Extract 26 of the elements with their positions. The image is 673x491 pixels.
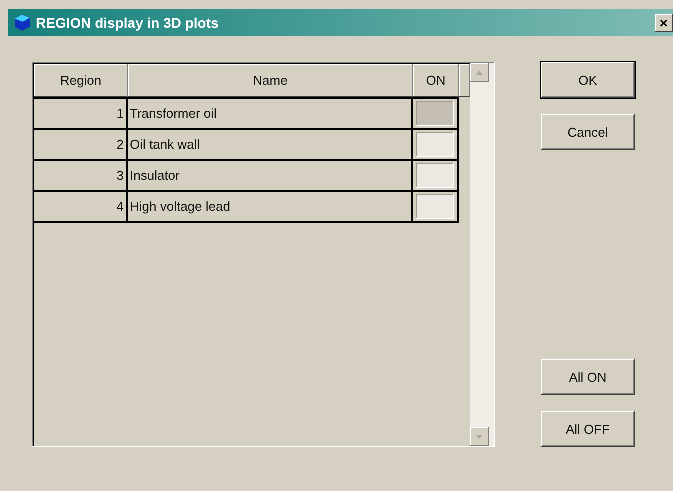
on-checkbox[interactable] — [416, 163, 454, 188]
scroll-up-icon[interactable] — [470, 63, 489, 82]
scrollbar[interactable] — [470, 63, 494, 446]
column-header: Name — [128, 64, 413, 97]
window-title: REGION display in 3D plots — [36, 14, 220, 30]
on-checkbox[interactable] — [416, 101, 454, 126]
table-cell: High voltage lead — [128, 192, 413, 221]
table-cell: Insulator — [128, 161, 413, 190]
on-checkbox[interactable] — [416, 132, 454, 157]
cube-icon — [12, 12, 32, 32]
dialog-button[interactable]: OK — [541, 62, 635, 98]
toggle-all-button[interactable]: All ON — [541, 359, 635, 395]
table-cell: 4 — [34, 192, 128, 221]
blank-header — [459, 64, 470, 97]
dialog-button[interactable]: Cancel — [541, 114, 635, 150]
table-cell: Oil tank wall — [128, 130, 413, 159]
toggle-all-button[interactable]: All OFF — [541, 411, 635, 447]
scroll-down-icon[interactable] — [470, 427, 489, 446]
column-header: ON — [413, 64, 459, 97]
on-checkbox[interactable] — [416, 194, 454, 219]
table-cell: 2 — [34, 130, 128, 159]
table-cell: 3 — [34, 161, 128, 190]
close-button[interactable]: × — [655, 14, 673, 32]
table-cell: 1 — [34, 99, 128, 128]
table-cell: Transformer oil — [128, 99, 413, 128]
column-header: Region — [34, 64, 128, 97]
